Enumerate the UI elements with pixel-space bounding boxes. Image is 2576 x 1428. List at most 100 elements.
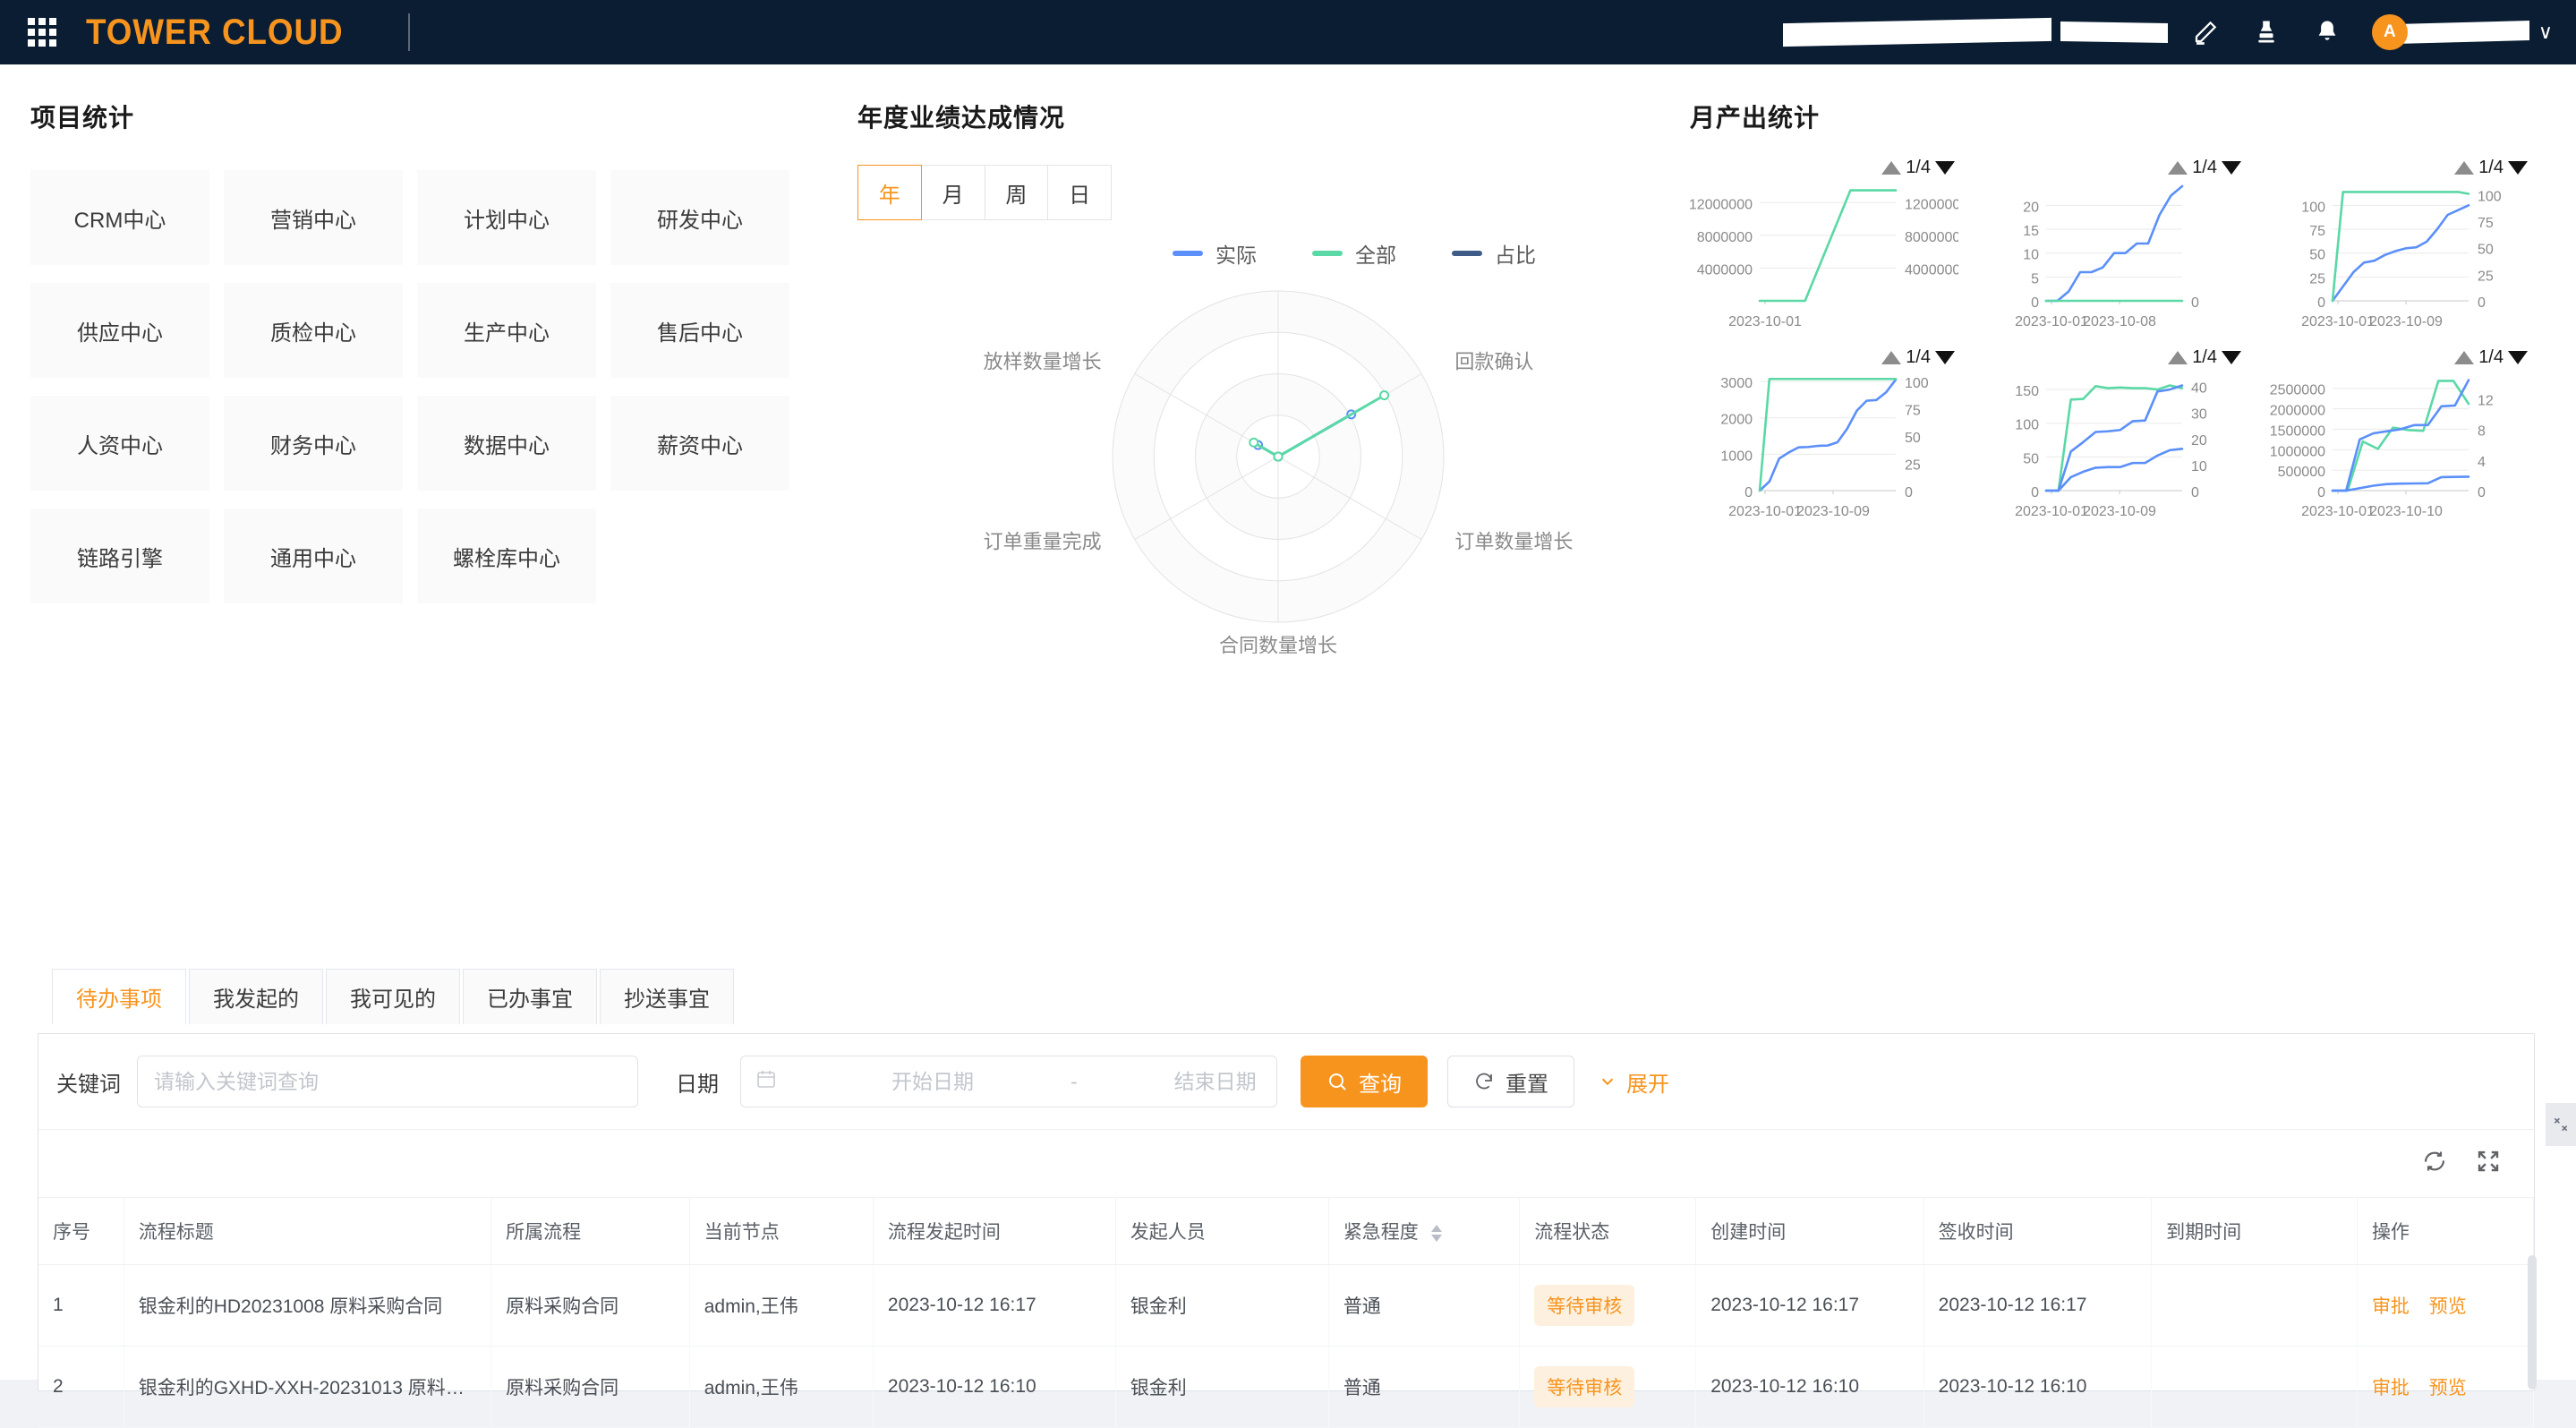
- mini-chart-svg: 0 50 100 150 0 10 20 30 40 2023-10-012023-10-09: [2015, 381, 2207, 519]
- svg-text:0: 0: [2031, 485, 2039, 500]
- center-card-supply[interactable]: 供应中心: [30, 283, 209, 378]
- cell-due-time: [2151, 1264, 2358, 1347]
- down-triangle-icon[interactable]: [1935, 351, 1955, 364]
- bell-icon[interactable]: [2307, 12, 2348, 53]
- stamp-icon[interactable]: [2246, 12, 2287, 53]
- up-triangle-icon[interactable]: [1881, 161, 1902, 175]
- up-triangle-icon[interactable]: [2168, 161, 2188, 175]
- cell-title: 银金利的HD20231008 原料采购合同: [124, 1264, 492, 1347]
- fullscreen-icon[interactable]: [2475, 1148, 2502, 1179]
- svg-text:0: 0: [2317, 485, 2325, 500]
- svg-text:订单数量增长: 订单数量增长: [1454, 530, 1573, 552]
- search-button[interactable]: 查询: [1301, 1056, 1428, 1107]
- svg-text:2000: 2000: [1720, 413, 1753, 428]
- down-triangle-icon[interactable]: [2222, 161, 2241, 175]
- up-triangle-icon[interactable]: [1881, 351, 1902, 364]
- apps-grid-icon[interactable]: [27, 17, 57, 47]
- sort-descending-icon: [1430, 1234, 1442, 1242]
- tab-period-month[interactable]: 月: [921, 165, 985, 220]
- tab-period-year[interactable]: 年: [857, 165, 922, 220]
- svg-text:75: 75: [1905, 404, 1921, 419]
- center-card-planning[interactable]: 计划中心: [417, 170, 596, 265]
- center-card-finance[interactable]: 财务中心: [224, 396, 403, 491]
- svg-text:2023-10-09: 2023-10-09: [2083, 504, 2156, 519]
- up-triangle-icon[interactable]: [2454, 351, 2475, 364]
- center-card-crm[interactable]: CRM中心: [30, 170, 209, 265]
- center-card-hr[interactable]: 人资中心: [30, 396, 209, 491]
- center-card-rd[interactable]: 研发中心: [610, 170, 789, 265]
- preview-link[interactable]: 预览: [2429, 1378, 2467, 1398]
- sort-ascending-icon: [1430, 1224, 1442, 1232]
- tab-period-day[interactable]: 日: [1048, 165, 1112, 220]
- svg-text:30: 30: [2191, 407, 2207, 423]
- header-right-cluster: A ∨: [1782, 0, 2576, 64]
- up-triangle-icon[interactable]: [2454, 161, 2475, 175]
- refresh-icon[interactable]: [2421, 1148, 2448, 1179]
- legend-item-actual[interactable]: 实际: [1173, 238, 1257, 269]
- approve-link[interactable]: 审批: [2372, 1378, 2410, 1398]
- down-triangle-icon[interactable]: [2508, 161, 2528, 175]
- center-card-general[interactable]: 通用中心: [224, 509, 403, 603]
- svg-text:放样数量增长: 放样数量增长: [984, 351, 1102, 373]
- mini-chart-svg: 0 500000 1000000 1500000 2000000 2500000 0 4 8 12…: [2270, 379, 2494, 519]
- tab-visible-to-me[interactable]: 我可见的: [326, 969, 460, 1024]
- svg-text:8000000: 8000000: [1697, 230, 1753, 245]
- chevron-down-icon[interactable]: ∨: [2538, 21, 2553, 44]
- table-scrollbar[interactable]: [2528, 1255, 2537, 1390]
- svg-text:50: 50: [2309, 248, 2325, 263]
- svg-text:12000000: 12000000: [1905, 197, 1958, 212]
- legend-item-ratio[interactable]: 占比: [1452, 238, 1536, 269]
- tab-cc[interactable]: 抄送事宜: [600, 969, 734, 1024]
- date-start-input[interactable]: [800, 1069, 1065, 1094]
- center-card-bolt-library[interactable]: 螺栓库中心: [417, 509, 596, 603]
- col-due-time: 到期时间: [2151, 1197, 2358, 1265]
- tab-todo[interactable]: 待办事项: [52, 969, 186, 1024]
- svg-text:12: 12: [2478, 394, 2494, 409]
- cell-due-time: [2151, 1346, 2358, 1428]
- preview-link[interactable]: 预览: [2429, 1296, 2467, 1317]
- tab-period-week[interactable]: 周: [985, 165, 1049, 220]
- reset-button[interactable]: 重置: [1447, 1056, 1574, 1107]
- search-input[interactable]: [137, 1056, 638, 1107]
- brand-logo: TOWER CLOUD: [86, 12, 344, 52]
- sort-urgency-icon[interactable]: [1430, 1224, 1442, 1242]
- down-triangle-icon[interactable]: [2508, 351, 2528, 364]
- svg-text:5: 5: [2031, 271, 2039, 286]
- status-badge: 等待审核: [1534, 1366, 1635, 1407]
- center-card-payroll[interactable]: 薪资中心: [610, 396, 789, 491]
- legend-item-total[interactable]: 全部: [1312, 238, 1396, 269]
- expand-filters-button[interactable]: 展开: [1598, 1066, 1669, 1098]
- redacted-header-text: [1782, 17, 2051, 47]
- search-button-label: 查询: [1359, 1072, 1402, 1097]
- annual-performance-section: 年度业绩达成情况 年 月 周 日 实际 全部 占比 放样重量完成回款确认订单数量…: [857, 98, 1699, 657]
- svg-text:合同数量增长: 合同数量增长: [1219, 635, 1337, 654]
- approve-link[interactable]: 审批: [2372, 1296, 2410, 1317]
- col-urgency[interactable]: 紧急程度: [1328, 1197, 1521, 1265]
- tab-initiated-by-me[interactable]: 我发起的: [189, 969, 323, 1024]
- center-card-production[interactable]: 生产中心: [417, 283, 596, 378]
- center-card-data[interactable]: 数据中心: [417, 396, 596, 491]
- pencil-icon[interactable]: [2185, 12, 2226, 53]
- legend-swatch-ratio: [1452, 251, 1482, 256]
- avatar: A: [2371, 14, 2408, 50]
- date-range-picker[interactable]: -: [740, 1056, 1348, 1107]
- tab-completed[interactable]: 已办事宜: [463, 969, 597, 1024]
- up-triangle-icon[interactable]: [2168, 351, 2188, 364]
- legend-swatch-total: [1312, 251, 1343, 256]
- table-row[interactable]: 2 银金利的GXHD-XXH-20231013 原料采... 原料采购合同 ad…: [38, 1346, 2535, 1428]
- svg-text:1000: 1000: [1720, 449, 1753, 464]
- user-menu[interactable]: A ∨: [2371, 14, 2553, 50]
- down-triangle-icon[interactable]: [2222, 351, 2241, 364]
- collapse-arrows-icon[interactable]: [2546, 1103, 2576, 1146]
- redacted-username: [2394, 21, 2529, 44]
- center-card-marketing[interactable]: 营销中心: [224, 170, 403, 265]
- svg-text:8: 8: [2478, 424, 2486, 440]
- center-card-quality[interactable]: 质检中心: [224, 283, 403, 378]
- radar-chart-svg: 放样重量完成回款确认订单数量增长合同数量增长订单重量完成放样数量增长: [984, 246, 1574, 656]
- down-triangle-icon[interactable]: [1935, 161, 1955, 175]
- svg-text:0: 0: [2191, 295, 2199, 311]
- svg-text:100: 100: [2015, 418, 2039, 433]
- table-row[interactable]: 1 银金利的HD20231008 原料采购合同 原料采购合同 admin,王伟 …: [38, 1264, 2535, 1347]
- center-card-link-engine[interactable]: 链路引擎: [30, 509, 209, 603]
- center-card-aftersales[interactable]: 售后中心: [610, 283, 789, 378]
